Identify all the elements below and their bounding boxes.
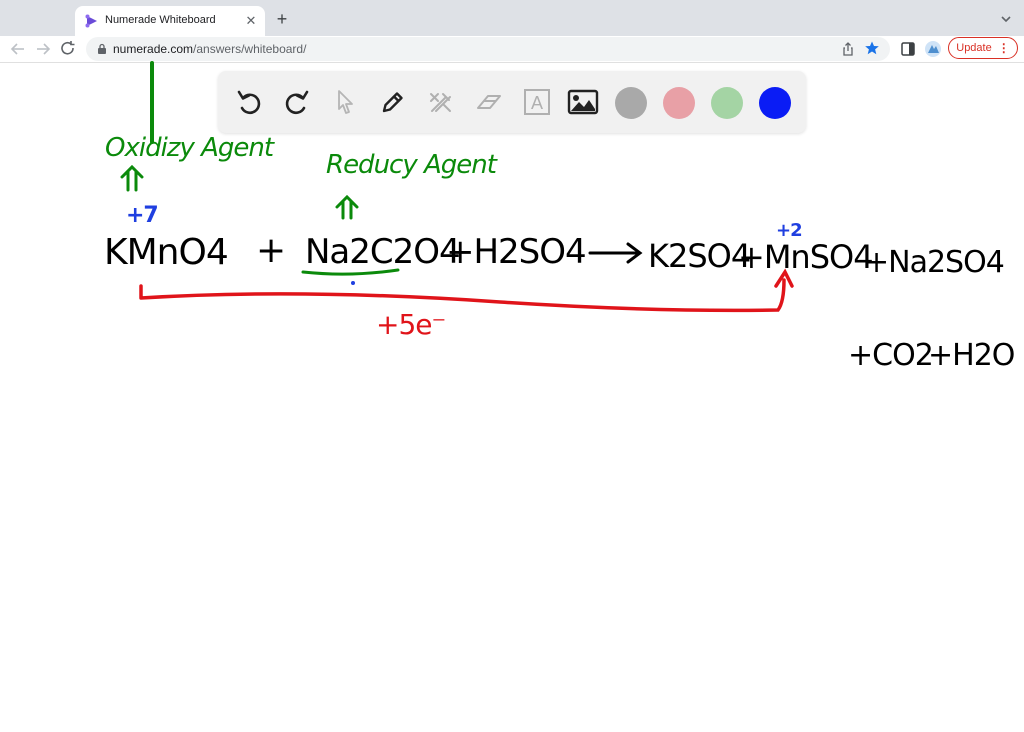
reducing-agent-label: Reducy Agent	[326, 150, 497, 180]
formula-mnso4: +MnSO4	[738, 238, 874, 276]
update-button[interactable]: Update ⋮	[948, 37, 1018, 59]
numerade-logo-icon	[85, 14, 97, 28]
color-swatch-pink[interactable]	[663, 87, 695, 119]
tab-title: Numerade Whiteboard	[105, 14, 216, 26]
redo-icon	[285, 90, 309, 115]
pen-icon	[382, 92, 403, 113]
share-icon[interactable]	[840, 41, 856, 57]
forward-icon[interactable]	[33, 39, 53, 59]
oxidizing-agent-label: Oxidizy Agent	[105, 133, 274, 163]
back-icon[interactable]	[8, 39, 28, 59]
pen-tool-button[interactable]	[376, 85, 410, 119]
side-panel-icon[interactable]	[899, 40, 917, 58]
formula-kmno4: KMnO4	[104, 232, 229, 273]
formula-plus: +	[256, 230, 286, 271]
oxidation-state-mn-left: +7	[126, 203, 159, 228]
tab-strip: Numerade Whiteboard ✕ +	[0, 0, 1024, 36]
text-icon: A	[524, 89, 550, 115]
reload-icon[interactable]	[58, 39, 78, 59]
lock-icon[interactable]	[96, 43, 108, 55]
eraser-icon	[477, 95, 501, 109]
formula-na2so4: +Na2SO4	[864, 245, 1005, 280]
formula-h2o: +H2O	[928, 338, 1015, 373]
formula-k2so4: K2SO4	[648, 237, 751, 275]
image-tool-button[interactable]	[566, 85, 600, 119]
tools-button[interactable]	[424, 85, 458, 119]
undo-icon	[237, 90, 261, 115]
pointer-icon	[338, 90, 353, 114]
image-icon	[567, 89, 599, 115]
pointer-tool-button[interactable]	[328, 85, 362, 119]
url-text[interactable]: numerade.com/answers/whiteboard/	[113, 42, 306, 56]
electron-transfer-label: +5e⁻	[376, 308, 446, 341]
redo-button[interactable]	[280, 85, 314, 119]
tool-palette: A	[218, 71, 806, 133]
tab-numerade-whiteboard[interactable]: Numerade Whiteboard ✕	[75, 6, 265, 36]
color-swatch-green[interactable]	[711, 87, 743, 119]
text-tool-glyph: A	[531, 93, 543, 113]
whiteboard-canvas[interactable]	[0, 63, 1024, 732]
url-path: /answers/whiteboard/	[193, 42, 307, 56]
formula-co2: +CO2	[848, 338, 934, 373]
address-bar[interactable]: numerade.com/answers/whiteboard/	[86, 37, 890, 61]
new-tab-icon[interactable]: +	[272, 9, 292, 29]
color-swatch-gray[interactable]	[615, 87, 647, 119]
tab-close-icon[interactable]: ✕	[243, 13, 259, 29]
formula-na2c2o4: Na2C2O4	[305, 232, 461, 272]
url-host: numerade.com	[113, 42, 194, 56]
browser-toolbar: numerade.com/answers/whiteboard/ Update …	[0, 36, 1024, 63]
color-swatch-blue[interactable]	[759, 87, 791, 119]
profile-avatar-icon[interactable]	[924, 40, 942, 58]
undo-button[interactable]	[232, 85, 266, 119]
eraser-tool-button[interactable]	[472, 85, 506, 119]
tab-search-chevron-icon[interactable]	[998, 11, 1014, 27]
update-label: Update	[956, 42, 992, 54]
more-menu-icon: ⋮	[997, 41, 1010, 55]
tools-icon	[430, 93, 451, 112]
bookmark-star-icon[interactable]	[864, 40, 880, 56]
formula-h2so4: +H2SO4	[446, 232, 587, 272]
text-tool-button[interactable]: A	[520, 85, 554, 119]
